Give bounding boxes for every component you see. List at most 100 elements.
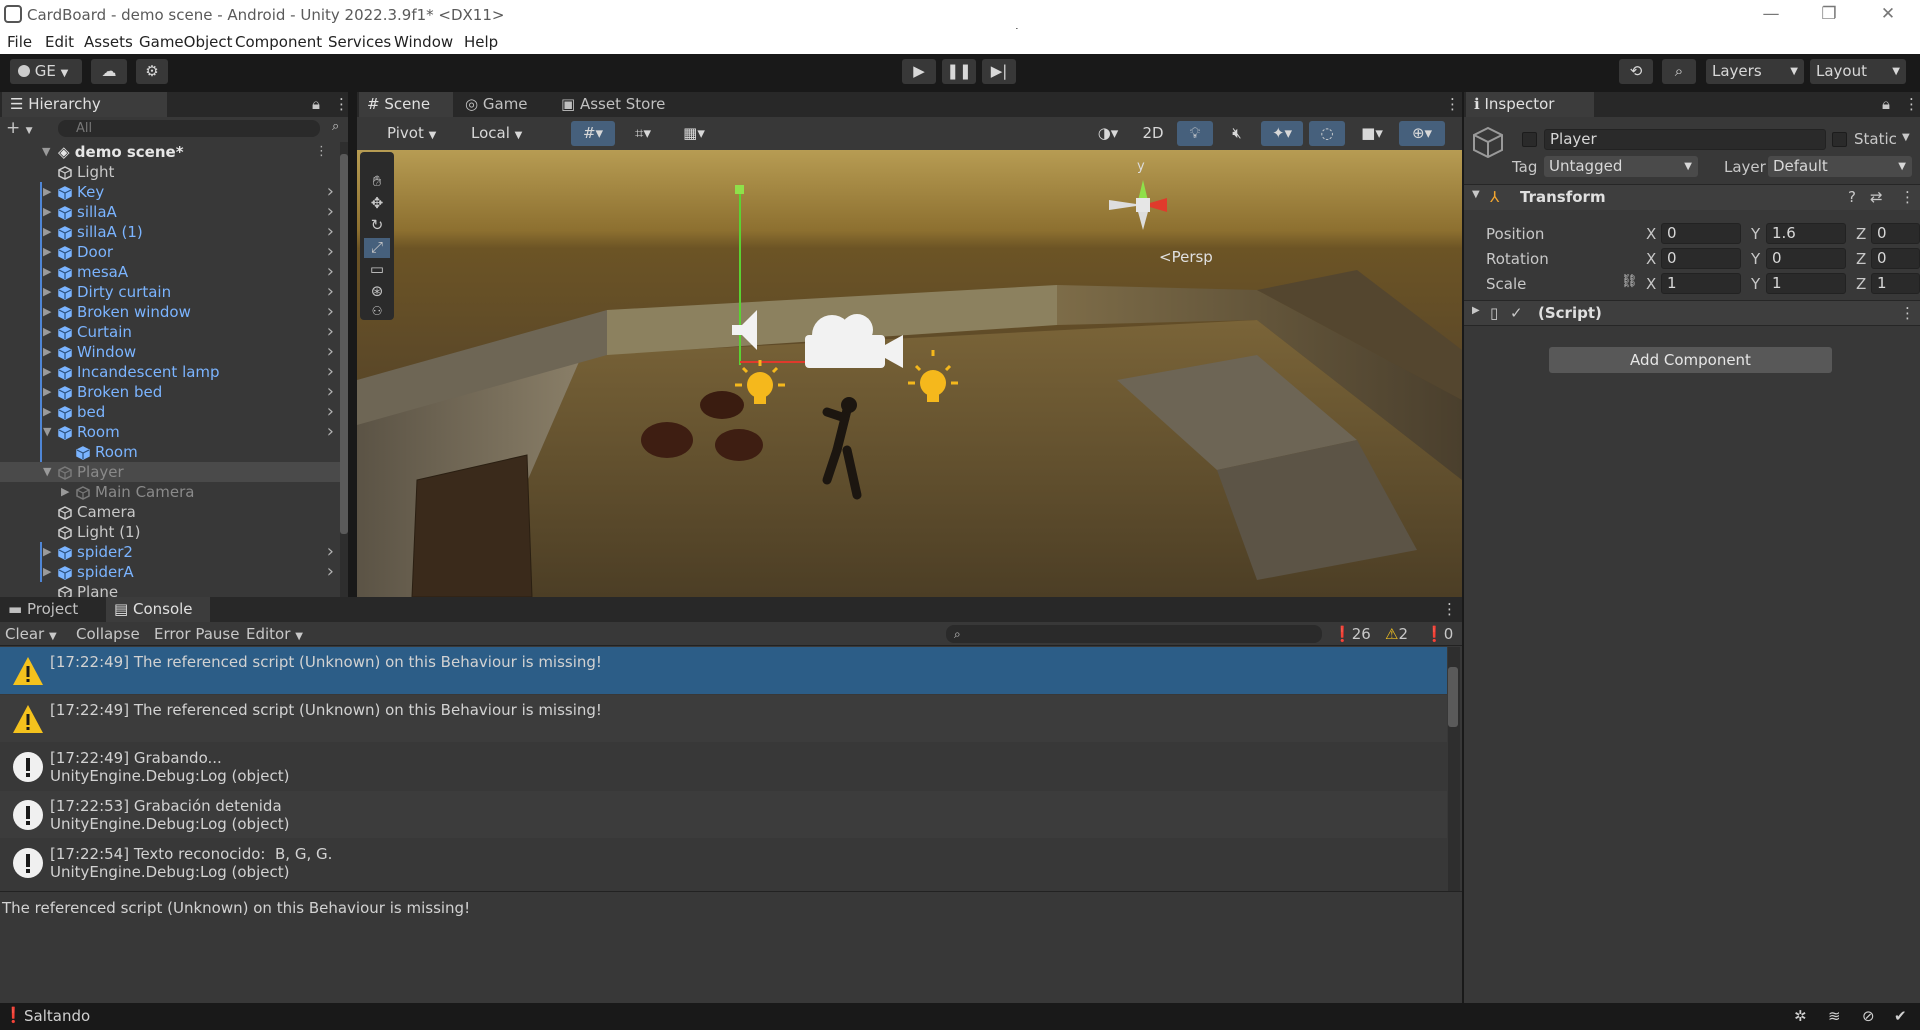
hierarchy-row[interactable]: ▶ spiderA › [0,562,340,582]
search-button[interactable]: ⌕ [1662,59,1696,84]
kebab-menu-icon[interactable]: ⋮ [315,142,328,162]
kebab-menu-icon[interactable]: ⋮ [1900,188,1915,206]
close-button[interactable]: ✕ [1873,4,1903,24]
hand-tool-icon[interactable]: ✋︎ [364,172,390,192]
persp-label[interactable]: <Persp [1159,248,1213,266]
gizmos-button[interactable]: ⊕▾ [1399,121,1445,146]
chevron-right-icon[interactable]: › [327,562,334,582]
step-button[interactable]: ▶| [982,59,1016,84]
tab-console[interactable]: ▤ Console [106,597,210,622]
position-z-label[interactable]: Z [1856,225,1866,243]
position-y-field[interactable]: 1.6 [1766,223,1846,244]
layout-dropdown[interactable]: Layout ▼ [1810,59,1906,84]
hierarchy-row[interactable]: ▶ Key › [0,182,340,202]
layer-dropdown[interactable]: Default ▼ [1768,156,1912,177]
chevron-right-icon[interactable]: › [327,542,334,562]
custom-tool-icon[interactable]: ⚇ [364,304,390,318]
expand-toggle[interactable]: ▶ [43,562,51,582]
local-dropdown[interactable]: Local ▼ [465,121,543,146]
chevron-right-icon[interactable]: › [327,262,334,282]
log-count-toggle[interactable]: ❗26 [1333,625,1371,643]
chevron-right-icon[interactable]: › [327,202,334,222]
kebab-menu-icon[interactable]: ⋮ [334,95,349,113]
kebab-menu-icon[interactable]: ⋮ [1445,95,1460,113]
hierarchy-row[interactable]: ▶ mesaA › [0,262,340,282]
scale-tool-icon[interactable]: ⤢ [364,238,390,258]
hierarchy-row[interactable]: ▶ Incandescent lamp › [0,362,340,382]
effects-toggle[interactable]: ✦▾ [1261,121,1303,146]
move-tool-icon[interactable]: ✥ [364,194,390,214]
rotation-z-field[interactable]: 0 [1871,248,1920,269]
hierarchy-scrollbar[interactable] [340,142,348,597]
lock-icon[interactable]: 🔒︎ [312,95,320,113]
2d-toggle[interactable]: 2D [1135,121,1171,146]
scene-gizmo[interactable] [1109,180,1167,230]
static-checkbox[interactable] [1832,132,1847,147]
hierarchy-row[interactable]: ▶ Door › [0,242,340,262]
hierarchy-row[interactable]: ▶ Main Camera [0,482,340,502]
position-x-label[interactable]: X [1646,225,1656,243]
cloud-button[interactable]: ☁ [91,59,127,84]
tab-scene[interactable]: # Scene [359,92,453,117]
hierarchy-row[interactable]: ▶ Broken window › [0,302,340,322]
collab-button[interactable]: ⚙ [136,59,168,84]
chevron-right-icon[interactable]: › [327,402,334,422]
error-count-toggle[interactable]: ❗0 [1425,625,1453,643]
hidden-objects-toggle[interactable]: ◌ [1309,121,1345,146]
scale-x-field[interactable]: 1 [1661,273,1741,294]
kebab-menu-icon[interactable]: ⋮ [1904,95,1919,113]
chevron-right-icon[interactable]: › [327,282,334,302]
status-text[interactable]: Saltando [24,1007,90,1025]
hierarchy-row[interactable]: Light (1) [0,522,340,542]
menu-edit[interactable]: Edit [45,33,74,51]
hierarchy-row[interactable]: ▶ Window › [0,342,340,362]
scene-viewport[interactable]: y ✋︎ ✥ ↻ ⤢ ▭ ⊛ ⚇ <Persp [357,150,1462,597]
chevron-right-icon[interactable]: › [327,382,334,402]
tab-asset-store[interactable]: ▣ Asset Store [553,92,683,117]
tag-dropdown[interactable]: Untagged ▼ [1544,156,1698,177]
menu-services[interactable]: Services [328,33,391,51]
grid-snap-button[interactable]: #▾ [571,121,615,146]
hierarchy-row[interactable]: ▶ sillaA (1) › [0,222,340,242]
rotation-y-label[interactable]: Y [1751,250,1760,268]
expand-toggle[interactable]: ▶ [43,282,51,302]
hierarchy-row[interactable]: Room [0,442,340,462]
scale-y-label[interactable]: Y [1751,275,1760,293]
position-y-label[interactable]: Y [1751,225,1760,243]
object-name-field[interactable]: Player [1544,129,1826,150]
error-pause-button[interactable]: Error Pause [154,625,239,643]
expand-toggle[interactable]: ▼ [43,462,51,482]
tab-project[interactable]: ▬ Project [0,597,106,622]
hierarchy-row[interactable]: Light [0,162,340,182]
expand-toggle[interactable]: ▶ [43,322,51,342]
expand-toggle[interactable]: ▶ [43,242,51,262]
expand-toggle[interactable]: ▶ [43,342,51,362]
scale-z-field[interactable]: 1 [1871,273,1920,294]
layers-dropdown[interactable]: Layers ▼ [1706,59,1804,84]
expand-toggle[interactable]: ▶ [61,482,69,502]
add-icon[interactable]: + ▼ [6,118,33,138]
menu-help[interactable]: Help [464,33,498,51]
maximize-button[interactable]: ❐ [1814,4,1844,24]
expand-toggle[interactable]: ▶ [43,202,51,222]
console-search-input[interactable]: ⌕ [946,625,1322,643]
tab-game[interactable]: ◎ Game [457,92,547,117]
console-scrollbar[interactable] [1448,647,1460,891]
chevron-right-icon[interactable]: › [327,302,334,322]
shading-mode-button[interactable]: ◑▾ [1087,121,1129,146]
rotation-x-label[interactable]: X [1646,250,1656,268]
chevron-right-icon[interactable]: › [327,182,334,202]
search-options-icon[interactable]: ⌕ [332,119,339,134]
expand-toggle[interactable]: ▶ [43,302,51,322]
transform-header[interactable]: ▼ ⅄ Transform ? ⇄ ⋮ [1464,184,1920,210]
hierarchy-row[interactable]: ▶ spider2 › [0,542,340,562]
hierarchy-row[interactable]: ▶ Broken bed › [0,382,340,402]
cache-icon[interactable]: ≋ [1828,1007,1841,1025]
console-log-row[interactable]: [17:22:53] Grabación detenida UnityEngin… [0,791,1447,838]
hierarchy-row[interactable]: Camera [0,502,340,522]
collapse-button[interactable]: Collapse [76,625,140,643]
menu-gameobject[interactable]: GameObject [139,33,233,51]
menu-assets[interactable]: Assets [84,33,133,51]
pivot-dropdown[interactable]: Pivot ▼ [381,121,457,146]
console-log-row[interactable]: [17:22:49] The referenced script (Unknow… [0,695,1447,742]
